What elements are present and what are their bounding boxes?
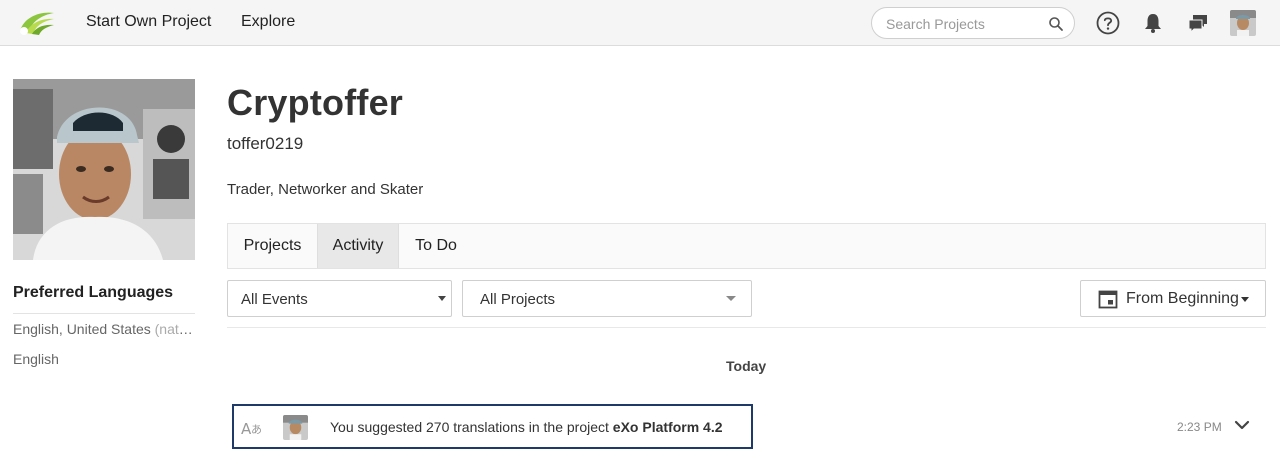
caret-down-icon (1241, 297, 1249, 302)
svg-text:あ: あ (251, 423, 262, 436)
activity-timestamp: 2:23 PM (1177, 420, 1222, 434)
activity-description: You suggested 270 translations in the pr… (330, 419, 609, 435)
profile-photo (13, 79, 195, 260)
preferred-languages-title: Preferred Languages (13, 284, 174, 301)
search-input[interactable] (886, 14, 1046, 34)
help-icon[interactable] (1095, 10, 1121, 36)
search-icon[interactable] (1048, 16, 1064, 32)
activity-day-heading: Today (726, 358, 767, 374)
activity-text: You suggested 270 translations in the pr… (330, 419, 723, 435)
projects-filter-select[interactable]: All Projects (462, 280, 752, 317)
search-box (871, 7, 1075, 39)
preferred-language-item: English, United States (native) (13, 321, 195, 337)
dropdown-arrow-icon (726, 296, 736, 301)
profile-bio: Trader, Networker and Skater (227, 181, 424, 198)
events-filter-value: All Events (241, 291, 308, 308)
profile-username: toffer0219 (227, 134, 304, 153)
activity-project-link[interactable]: eXo Platform 4.2 (613, 419, 723, 435)
tab-to-do[interactable]: To Do (399, 224, 473, 268)
divider (227, 327, 1266, 328)
bell-icon[interactable] (1140, 10, 1166, 36)
projects-filter-value: All Projects (480, 291, 556, 308)
calendar-icon (1098, 290, 1118, 309)
tab-projects[interactable]: Projects (228, 224, 317, 268)
crowdin-logo-icon[interactable] (16, 9, 56, 37)
nav-explore[interactable]: Explore (241, 13, 295, 31)
events-filter-select[interactable]: All Events (227, 280, 452, 317)
top-navigation-bar: Start Own Project Explore (0, 0, 1280, 46)
date-range-label: From Beginning (1126, 290, 1239, 307)
language-name: English, United States (13, 321, 151, 337)
dropdown-arrow-icon (438, 296, 446, 301)
date-range-button[interactable]: From Beginning (1080, 280, 1266, 317)
profile-tabs: Projects Activity To Do (227, 223, 1266, 269)
translate-icon: A あ (241, 420, 262, 438)
user-avatar[interactable] (1230, 10, 1256, 36)
chat-icon[interactable] (1185, 10, 1211, 36)
chevron-down-icon[interactable] (1233, 418, 1251, 432)
profile-name: Cryptoffer (227, 82, 404, 123)
activity-user-avatar (283, 415, 308, 440)
nav-start-own-project[interactable]: Start Own Project (86, 13, 211, 31)
activity-item[interactable]: A あ You suggested 270 translations in th… (232, 404, 753, 449)
language-native-tag: (native) (154, 321, 195, 337)
preferred-language-item: English (13, 351, 59, 367)
divider (13, 313, 195, 314)
tab-activity[interactable]: Activity (317, 224, 399, 268)
